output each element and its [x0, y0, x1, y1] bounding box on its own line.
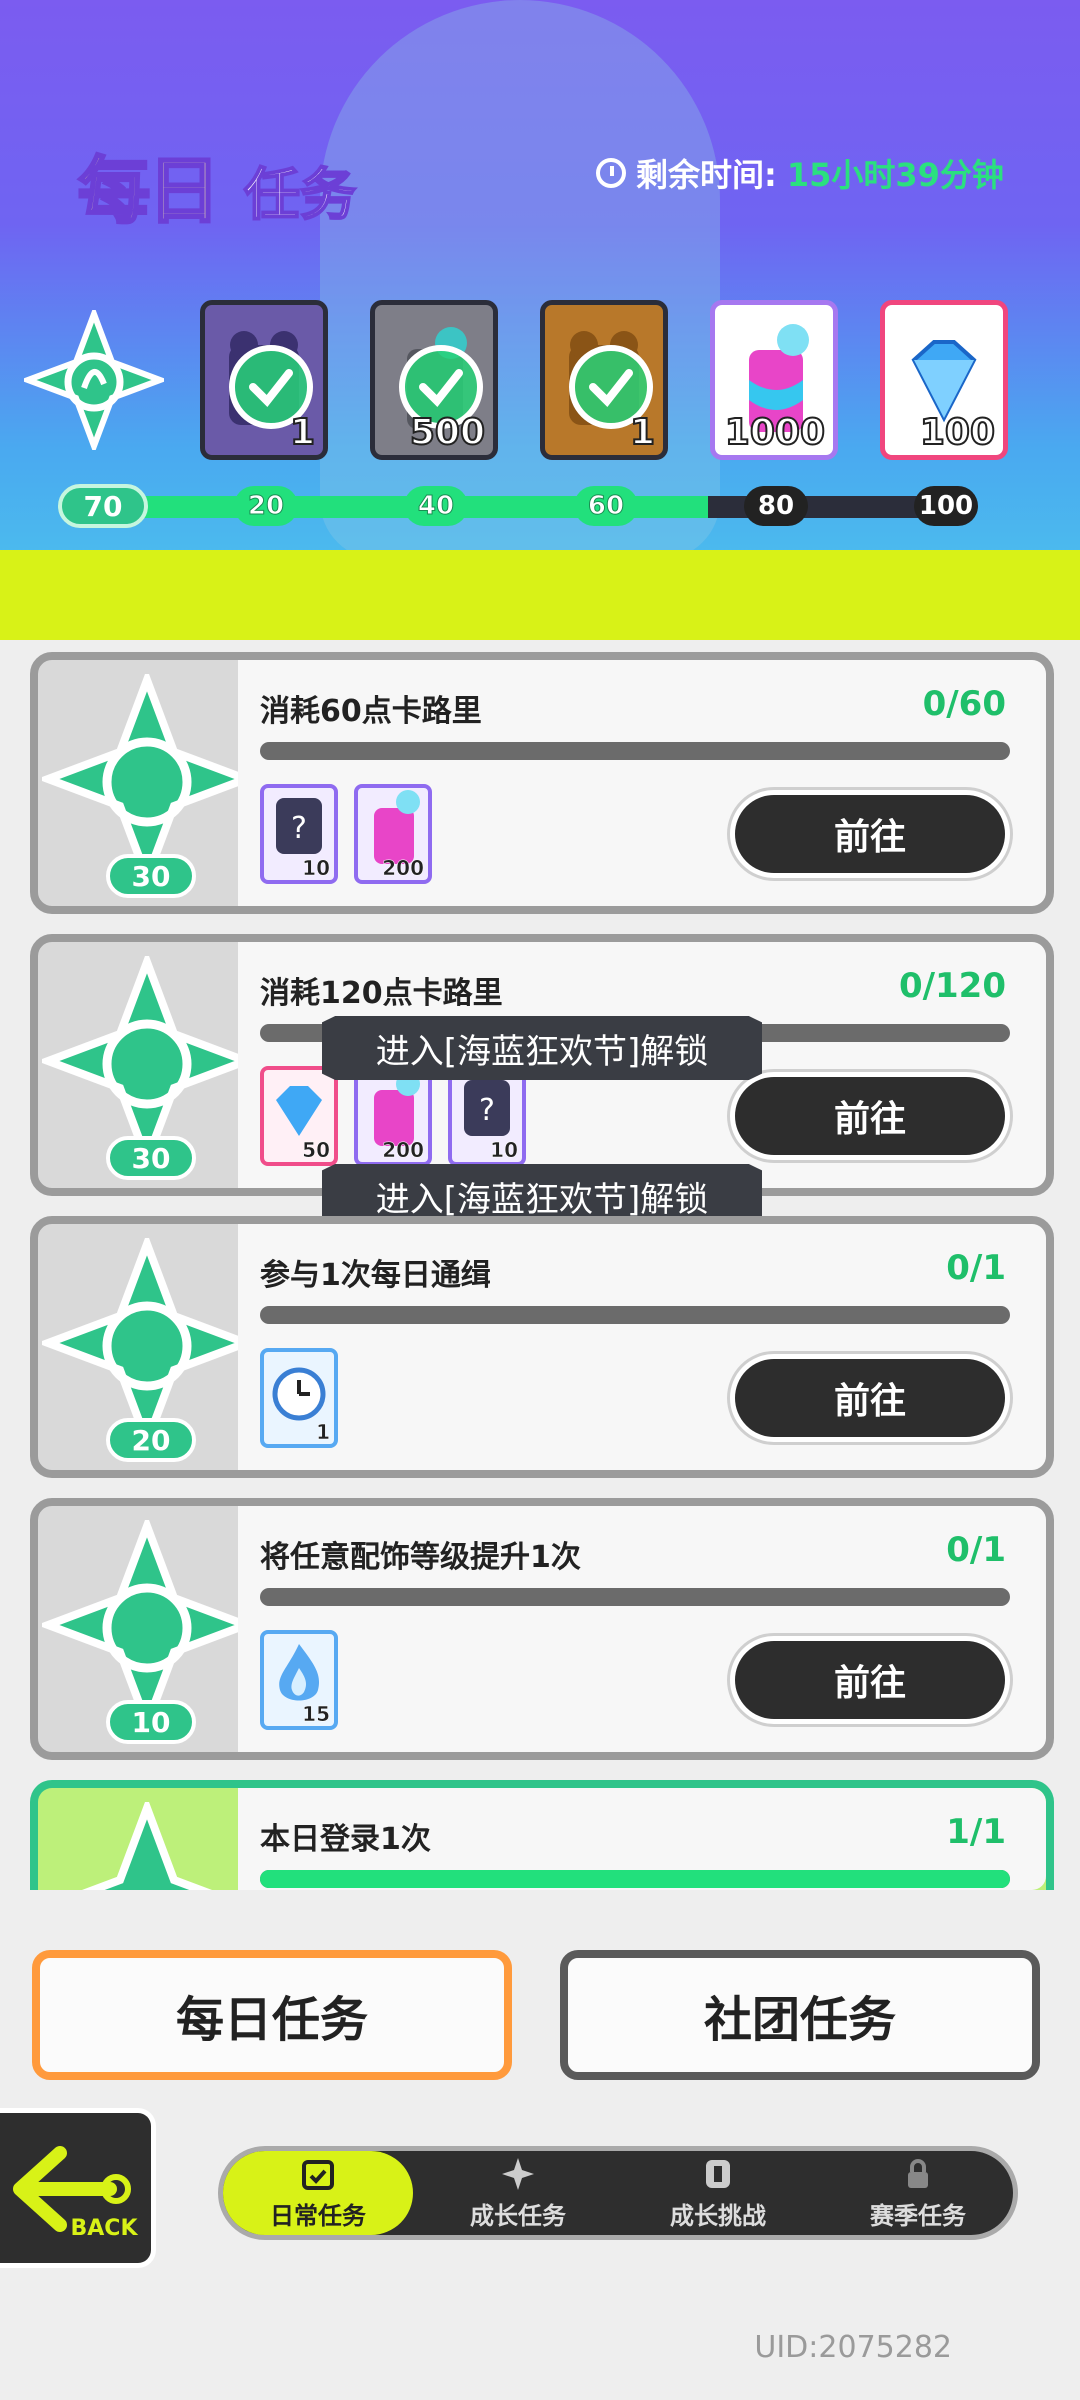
task-points-emblem-icon — [42, 956, 252, 1166]
reward-item-flame[interactable]: 15 — [260, 1630, 338, 1730]
task-points: 10 — [106, 1700, 196, 1744]
task-progress-text: 0/1 — [946, 1248, 1006, 1288]
progress-node: 100 — [914, 486, 978, 526]
nav-label: 成长任务 — [470, 2201, 566, 2230]
task-points-emblem-icon — [42, 1238, 252, 1448]
tab-daily-tasks[interactable]: 每日任务 — [32, 1950, 512, 2080]
timer-value: 15小时39分钟 — [786, 156, 1004, 194]
reward-item-spray[interactable]: 200 — [354, 784, 432, 884]
task-points: 20 — [106, 1418, 196, 1462]
paint-drip — [680, 560, 740, 640]
character-illustration — [320, 0, 720, 560]
back-label: BACK — [71, 2216, 139, 2241]
reward-count: 500 — [409, 411, 486, 454]
reward-item-mystery[interactable]: ? 10 — [260, 784, 338, 884]
nav-season-tasks[interactable]: 赛季任务 — [823, 2151, 1013, 2235]
reward-item-clock[interactable]: 1 — [260, 1348, 338, 1448]
paint-drip — [20, 560, 80, 640]
remaining-time: 剩余时间: 15小时39分钟 — [596, 150, 1004, 196]
go-button[interactable]: 前往 — [730, 790, 1010, 878]
page-title-daily: 每日 — [76, 148, 221, 235]
task-points: 30 — [106, 854, 196, 898]
unlock-notice: 进入[海蓝狂欢节]解锁 — [322, 1016, 762, 1080]
task-points-emblem-icon — [81, 1802, 213, 1890]
milestone-reward-100[interactable]: 100 — [880, 300, 1008, 460]
reward-item-spray[interactable]: 200 — [354, 1066, 432, 1166]
user-id: UID:2075282 — [754, 2330, 952, 2365]
task-card: 20 参与1次每日通缉 0/1 1 前往 — [30, 1216, 1054, 1478]
task-points-emblem-icon — [42, 674, 252, 884]
task-progress-text: 0/1 — [946, 1530, 1006, 1570]
svg-text:?: ? — [291, 811, 307, 846]
reward-count: 1 — [629, 411, 656, 454]
milestone-reward-60[interactable]: 1 — [540, 300, 668, 460]
milestone-reward-40[interactable]: 500 — [370, 300, 498, 460]
progress-node: 40 — [404, 486, 468, 526]
calendar-check-icon — [302, 2159, 334, 2190]
nav-label: 赛季任务 — [870, 2201, 966, 2230]
reward-count: 1000 — [724, 411, 826, 454]
go-button[interactable]: 前往 — [730, 1636, 1010, 1724]
bottom-nav: 日常任务 成长任务 成长挑战 赛季任务 — [218, 2146, 1018, 2240]
go-button[interactable]: 前往 — [730, 1072, 1010, 1160]
task-progress-bar — [260, 1306, 1010, 1324]
nav-growth-tasks[interactable]: 成长任务 — [423, 2151, 613, 2235]
task-progress-text: 0/120 — [898, 966, 1006, 1006]
task-name: 消耗60点卡路里 — [260, 694, 482, 729]
timer-label: 剩余时间: — [636, 156, 777, 194]
task-name: 将任意配饰等级提升1次 — [260, 1540, 581, 1575]
task-points-emblem-icon — [42, 1520, 252, 1730]
nav-daily[interactable]: 日常任务 — [223, 2151, 413, 2235]
svg-text:?: ? — [479, 1093, 495, 1128]
challenge-icon — [706, 2159, 730, 2188]
reward-item-mystery[interactable]: ? 10 — [448, 1066, 526, 1166]
lock-icon — [908, 2158, 928, 2188]
milestone-progress-bar — [92, 496, 972, 518]
task-points: 30 — [106, 1136, 196, 1180]
task-name: 本日登录1次 — [260, 1822, 431, 1857]
reward-count: 1 — [289, 411, 316, 454]
current-points-pill: 70 — [58, 484, 148, 528]
go-button[interactable]: 前往 — [730, 1354, 1010, 1442]
task-name: 参与1次每日通缉 — [260, 1258, 491, 1293]
nav-label: 成长挑战 — [670, 2201, 766, 2230]
growth-icon — [502, 2157, 534, 2190]
tab-club-tasks[interactable]: 社团任务 — [560, 1950, 1040, 2080]
nav-label: 日常任务 — [270, 2201, 366, 2230]
milestone-reward-20[interactable]: 1 — [200, 300, 328, 460]
reward-item-diamond[interactable]: 50 — [260, 1066, 338, 1166]
clock-icon — [596, 158, 626, 188]
task-name: 消耗120点卡路里 — [260, 976, 503, 1011]
progress-node: 80 — [744, 486, 808, 526]
progress-node: 20 — [234, 486, 298, 526]
back-button[interactable]: BACK — [0, 2108, 156, 2268]
paint-drip — [980, 560, 1040, 630]
task-card: 10 将任意配饰等级提升1次 0/1 15 前往 — [30, 1498, 1054, 1760]
task-progress-bar — [260, 742, 1010, 760]
task-progress-text: 1/1 — [946, 1812, 1006, 1852]
nav-growth-challenge[interactable]: 成长挑战 — [623, 2151, 813, 2235]
task-card-completed: 本日登录1次 1/1 — [30, 1780, 1054, 1890]
activity-points-emblem-icon — [24, 310, 164, 450]
back-arrow-icon: BACK — [13, 2146, 139, 2241]
task-progress-bar — [260, 1588, 1010, 1606]
page-title-task: 任务 — [243, 162, 357, 229]
task-card: 30 消耗60点卡路里 0/60 ? 10 200 前往 — [30, 652, 1054, 914]
task-progress-text: 0/60 — [922, 684, 1006, 724]
reward-count: 100 — [919, 411, 996, 454]
paint-drip — [300, 560, 350, 620]
progress-node: 60 — [574, 486, 638, 526]
task-progress-bar — [260, 1870, 1010, 1888]
milestone-reward-80[interactable]: 1000 — [710, 300, 838, 460]
